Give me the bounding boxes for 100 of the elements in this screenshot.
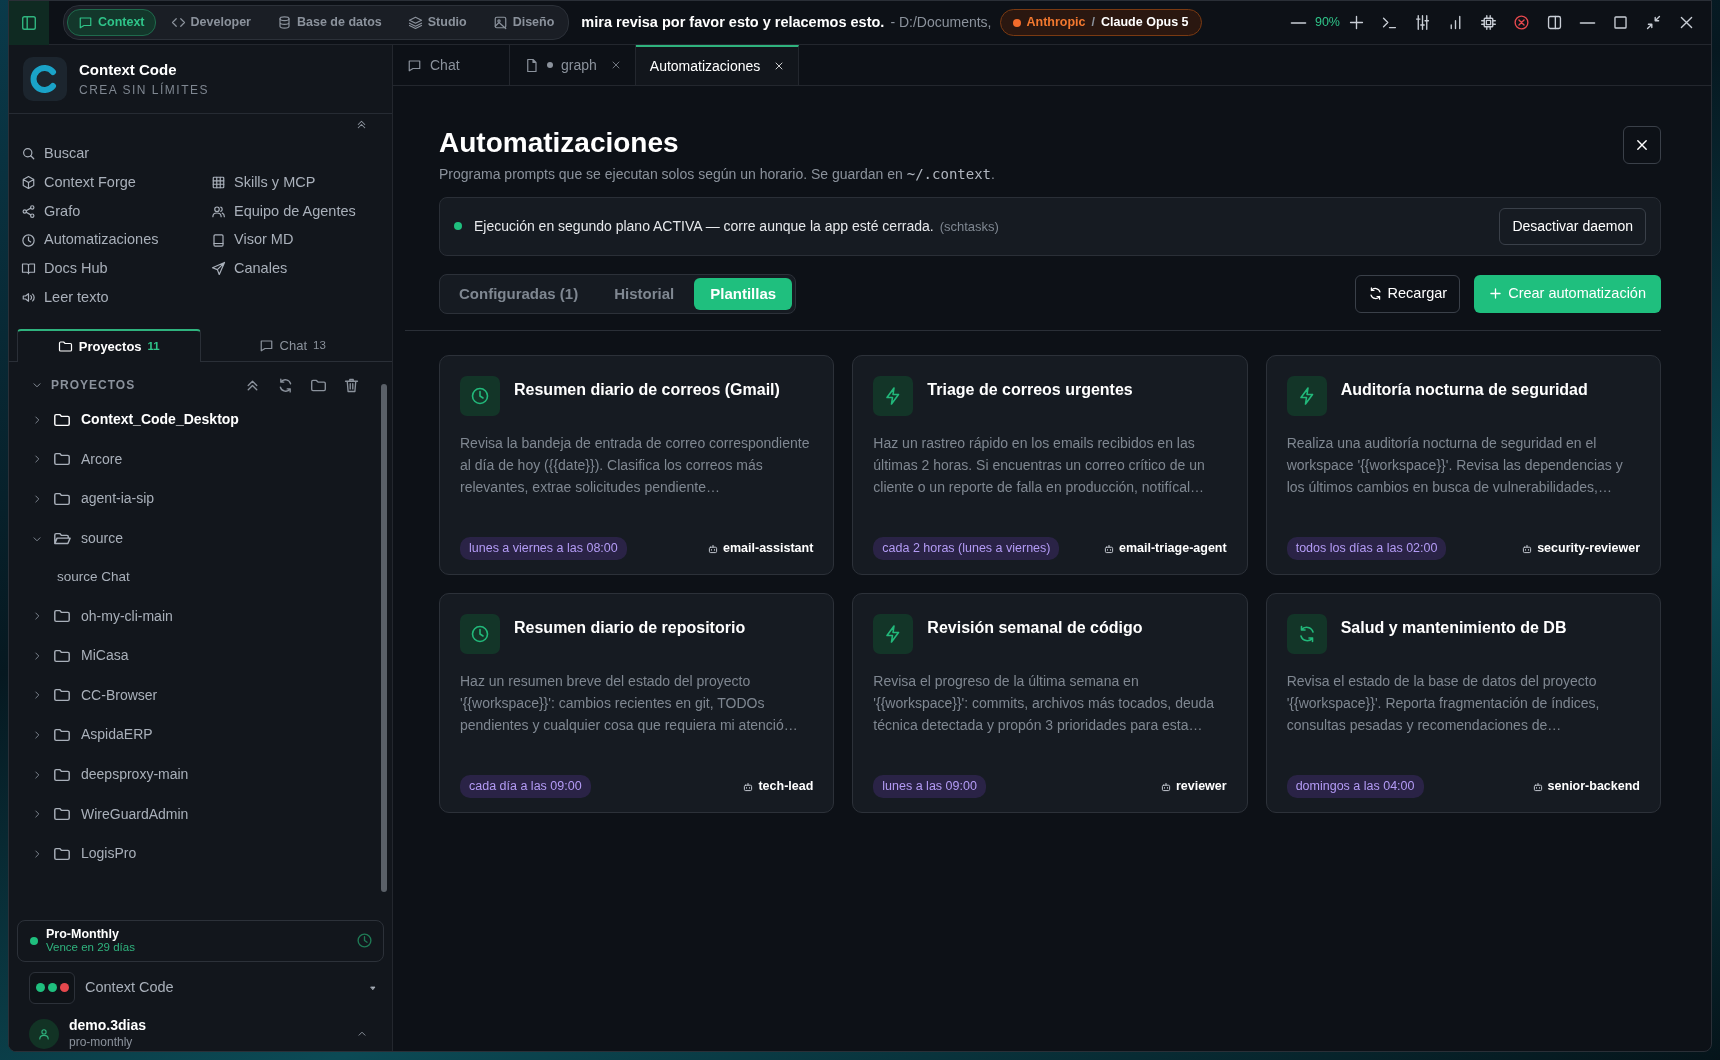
- project-item[interactable]: LogisPro: [31, 833, 376, 874]
- nav-item[interactable]: Docs Hub: [21, 256, 211, 282]
- project-item[interactable]: WireGuardAdmin: [31, 794, 376, 834]
- send-icon: [211, 261, 226, 277]
- error-icon: [1513, 14, 1530, 31]
- nav-item[interactable]: Buscar: [21, 141, 211, 167]
- database-icon: [277, 15, 292, 30]
- template-card[interactable]: [439, 593, 835, 814]
- template-card[interactable]: [439, 355, 835, 576]
- panel-icon: [1546, 14, 1563, 31]
- template-description: Realiza una auditoría nocturna de seguridad en el workspace '{{workspace}}'. Revisa las dependencias y los últimos cambios en busca de vulnerabilidades,…: [1286, 434, 1624, 498]
- nav-item[interactable]: Equipo de Agentes: [211, 198, 380, 225]
- project-path: - D:/Documents,: [890, 13, 992, 32]
- sidebar-tab[interactable]: Proyectos 11: [17, 328, 201, 362]
- trash-icon: [343, 376, 360, 394]
- page-subtitle: Programa prompts que se ejecutan solos según un horario. Se guardan en ~/.context.: [439, 164, 995, 184]
- template-title: Salud y mantenimiento de DB: [1340, 618, 1567, 639]
- section-title: PROYECTOS: [51, 377, 136, 394]
- sidebar-toggle-button[interactable]: [9, 1, 49, 45]
- project-item[interactable]: AspidaERP: [31, 715, 376, 755]
- project-item[interactable]: deepsproxy-main: [31, 754, 376, 795]
- minus-icon: [1289, 21, 1307, 24]
- agent-label: security-reviewer: [1521, 539, 1640, 559]
- model-selector[interactable]: Anthropic / Claude Opus 5: [999, 9, 1202, 36]
- chip-icon: [1480, 14, 1497, 31]
- project-item[interactable]: agent-ia-sip: [31, 479, 376, 519]
- double-chevron-icon: [355, 118, 368, 131]
- schedule-tag: lunes a viernes a las 08:00: [460, 537, 627, 561]
- template-card[interactable]: [1265, 355, 1661, 576]
- template-title: Triage de correos urgentes: [927, 380, 1133, 401]
- zoom-level: 90%: [1314, 14, 1340, 32]
- agent-label: email-assistant: [707, 539, 814, 559]
- nav-item[interactable]: Canales: [211, 256, 380, 282]
- template-title: Resumen diario de repositorio: [514, 618, 746, 639]
- template-title: Auditoría nocturna de seguridad: [1340, 380, 1588, 401]
- project-chat-item[interactable]: source Chat: [31, 558, 376, 597]
- nav-item[interactable]: Automatizaciones: [21, 227, 211, 253]
- image-icon: [492, 15, 508, 30]
- view-tab[interactable]: Configuradas (1): [443, 277, 595, 311]
- sidebar-tab[interactable]: Chat 13: [200, 328, 384, 361]
- nav-item[interactable]: Leer texto: [21, 284, 211, 311]
- maximize-icon: [1612, 14, 1629, 31]
- project-item[interactable]: MiCasa: [31, 635, 376, 676]
- mode-tab[interactable]: Diseño: [481, 9, 566, 36]
- schedule-tag: domingos a las 04:00: [1286, 775, 1424, 799]
- close-icon: [610, 60, 621, 70]
- editor-tab[interactable]: Automatizaciones: [635, 45, 800, 85]
- project-item[interactable]: Arcore: [31, 439, 376, 480]
- app-tagline: CREA SIN LÍMITES: [79, 81, 210, 100]
- project-item[interactable]: Context_Code_Desktop: [31, 400, 376, 440]
- shrink-icon: [1645, 14, 1662, 31]
- template-description: Haz un rastreo rápido en los emails recibidos en las últimas 2 horas. Si encuentras un correo crítico de un cliente o un reporte de falla en producción, notifícal…: [873, 434, 1206, 498]
- user-icon: [37, 1027, 51, 1042]
- layers-icon: [407, 15, 423, 30]
- search-icon: [21, 146, 36, 162]
- folder-icon: [53, 490, 71, 508]
- template-card[interactable]: [1265, 593, 1661, 814]
- file-icon: [524, 57, 539, 73]
- robot-icon: [1159, 780, 1172, 793]
- share-icon: [21, 203, 36, 219]
- robot-icon: [1521, 542, 1534, 555]
- nav-item[interactable]: Context Forge: [21, 169, 211, 196]
- plus-icon: [1348, 14, 1365, 31]
- template-description: Revisa la bandeja de entrada de correo correspondiente al día de hoy ({{date}}). Clasifica los correos más relevantes, extrae solicitudes pendiente…: [460, 434, 811, 498]
- clock-icon: [21, 232, 36, 248]
- grid-icon: [211, 175, 226, 191]
- mode-tab[interactable]: Context: [67, 9, 156, 36]
- project-item[interactable]: CC-Browser: [31, 675, 376, 716]
- project-item[interactable]: oh-my-cli-main: [31, 596, 376, 636]
- chat-bubble-icon: [407, 57, 422, 73]
- view-tab[interactable]: Historial: [598, 277, 691, 311]
- robot-icon: [742, 780, 755, 793]
- close-icon: [1635, 138, 1649, 152]
- close-button[interactable]: [1623, 126, 1661, 164]
- nav-item[interactable]: Skills y MCP: [211, 169, 380, 196]
- workspace-selector[interactable]: Context Code: [9, 961, 392, 1004]
- chat-bubble-icon: [78, 15, 93, 30]
- mode-tab[interactable]: Base de datos: [266, 9, 393, 36]
- plan-expiry: Vence en 29 días: [46, 941, 135, 955]
- template-description: Revisa el estado de la base de datos del proyecto '{{workspace}}'. Reporta fragmentación de índices, consultas pesadas y recomendaciones de…: [1286, 672, 1601, 736]
- modified-dot-icon: [547, 62, 553, 68]
- app-name: Context Code: [79, 59, 178, 80]
- mode-tab[interactable]: Developer: [159, 9, 262, 36]
- sidebar-icon: [20, 13, 38, 32]
- template-card[interactable]: [852, 593, 1248, 814]
- clock-icon: [460, 614, 500, 655]
- sliders-icon: [1414, 14, 1431, 31]
- agent-label: tech-lead: [742, 777, 814, 797]
- template-card[interactable]: [852, 355, 1248, 576]
- dots-icon: [29, 971, 75, 1004]
- nav-item[interactable]: Visor MD: [211, 227, 380, 253]
- nav-item[interactable]: Grafo: [21, 198, 211, 225]
- mode-tab[interactable]: Studio: [396, 9, 478, 36]
- reload-button[interactable]: Recargar: [1354, 274, 1461, 313]
- robot-icon: [1103, 542, 1115, 555]
- daemon-message: Ejecución en segundo plano ACTIVA — corre aunque la app esté cerrada. (schtasks): [474, 216, 999, 236]
- user-plan: pro-monthly: [69, 1034, 134, 1051]
- project-item[interactable]: source: [31, 518, 376, 559]
- agent-label: senior-backend: [1531, 777, 1640, 797]
- deactivate-daemon-button[interactable]: Desactivar daemon: [1499, 207, 1646, 245]
